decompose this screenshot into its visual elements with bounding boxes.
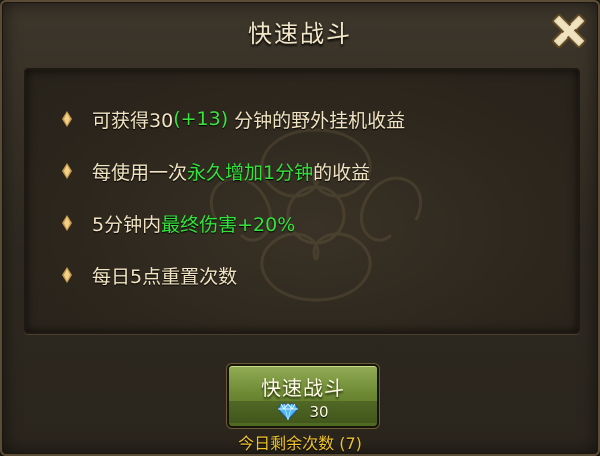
benefit-bonus-value: (+13) [173, 108, 229, 130]
benefit-highlight: 最终伤害+20% [161, 213, 296, 236]
bullet-diamond-icon [62, 163, 72, 179]
dialog-title: 快速战斗 [248, 20, 352, 48]
benefit-text: 可获得30 [92, 109, 174, 132]
quick-fight-dialog: 快速战斗 可获得30 (+13) 分钟的野外挂机收益 每使用一次 永久增加1分钟… [0, 0, 600, 456]
benefit-line-daily-reset: 每日5点重置次数 [60, 260, 237, 290]
bullet-diamond-icon [62, 111, 72, 127]
benefit-text: 的收益 [313, 161, 371, 184]
quick-fight-button[interactable]: 快速战斗 30 [227, 364, 379, 428]
diamond-icon [277, 403, 300, 421]
benefit-text: 每日5点重置次数 [92, 265, 238, 288]
benefit-text: 每使用一次 [92, 161, 188, 184]
benefits-panel: 可获得30 (+13) 分钟的野外挂机收益 每使用一次 永久增加1分钟 的收益 … [24, 68, 580, 334]
benefit-line-damage-buff: 5分钟内 最终伤害+20% [60, 208, 295, 238]
remaining-attempts-text: 今日剩余次数 (7) [238, 434, 362, 453]
benefit-text: 5分钟内 [92, 213, 162, 236]
cost-value: 30 [309, 403, 329, 421]
benefit-highlight: 永久增加1分钟 [187, 161, 314, 184]
bullet-diamond-icon [62, 267, 72, 283]
benefit-text: 分钟的野外挂机收益 [234, 109, 406, 132]
benefit-line-permanent-increase: 每使用一次 永久增加1分钟 的收益 [60, 156, 370, 186]
benefit-line-offline-income: 可获得30 (+13) 分钟的野外挂机收益 [60, 104, 405, 134]
quick-fight-button-label: 快速战斗 [261, 376, 345, 400]
cost-row: 30 [229, 401, 377, 423]
bullet-diamond-icon [62, 215, 72, 231]
close-button[interactable] [546, 8, 592, 54]
close-x-icon [551, 13, 587, 49]
